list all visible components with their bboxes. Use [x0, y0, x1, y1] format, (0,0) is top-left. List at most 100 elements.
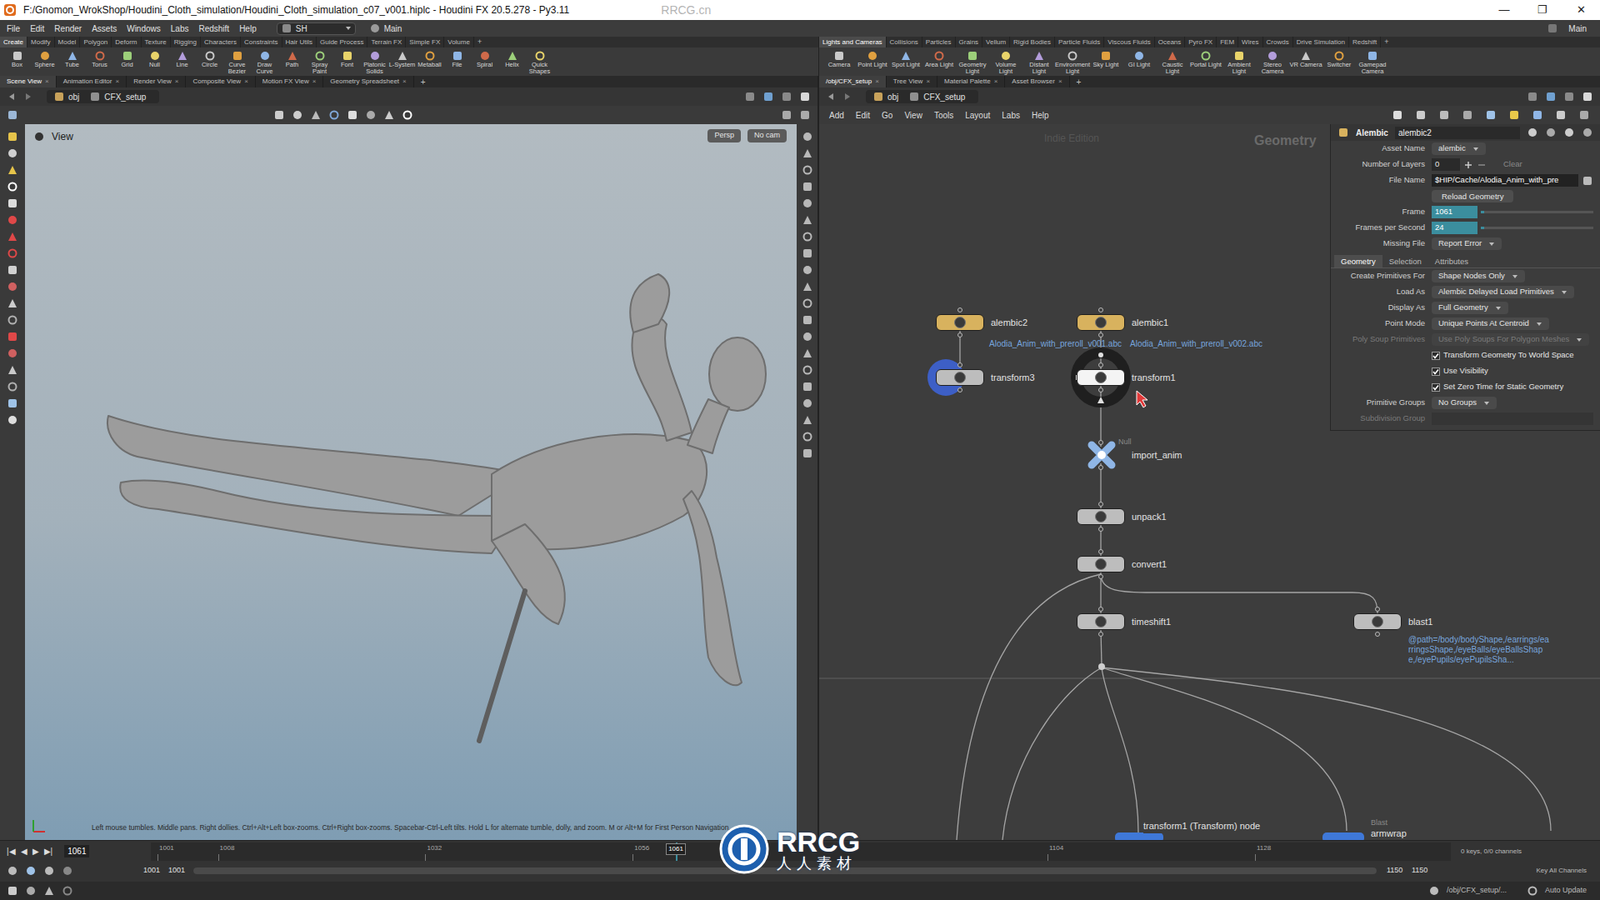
network-node[interactable]: Nullimport_anim [1076, 446, 1125, 464]
file-field[interactable]: $HIP/Cache/Alodia_Anim_with_pre [1431, 174, 1579, 187]
node-body[interactable] [1115, 832, 1164, 840]
path-crumb[interactable]: CFX_setup [104, 90, 146, 104]
menu-item[interactable]: File [6, 22, 20, 35]
output-connector[interactable] [1098, 631, 1104, 637]
dropdown[interactable]: Shape Nodes Only [1431, 270, 1525, 283]
network-menu-item[interactable]: Add [829, 109, 845, 122]
pane-tab[interactable]: Motion FX View× [255, 75, 325, 88]
checkbox[interactable] [1431, 367, 1440, 376]
shelf-tool[interactable]: Point Light [855, 49, 890, 69]
shelf-tab[interactable]: Modify [27, 36, 55, 48]
parameter-row[interactable]: Point ModeUnique Points At Centroid [1330, 315, 1600, 332]
path-crumb[interactable]: obj [887, 90, 899, 104]
window-control-button[interactable]: ❐ [1523, 1, 1562, 19]
shelf-tool[interactable]: Distant Light [1022, 49, 1056, 75]
shelf-tool[interactable]: Sphere [30, 49, 59, 69]
parameter-row[interactable]: Number of Layers0Clear [1330, 156, 1600, 173]
close-tab-button[interactable]: × [1058, 75, 1063, 88]
shelf-tab[interactable]: Rigid Bodies [1010, 36, 1055, 48]
dropdown[interactable]: Alembic Delayed Load Primitives [1431, 285, 1575, 299]
pane-tab[interactable]: Asset Browser× [1005, 75, 1070, 88]
input-connector[interactable] [1098, 307, 1104, 313]
output-connector[interactable] [1098, 332, 1104, 338]
shelf-tool[interactable]: Platonic Solids [360, 49, 389, 75]
shelf-tool[interactable]: Grid [113, 49, 141, 69]
parameter-row[interactable]: File Name$HIP/Cache/Alodia_Anim_with_pre [1330, 172, 1600, 189]
shelf-tab[interactable]: Create [0, 36, 28, 48]
shelf-tool[interactable]: Geometry Light [955, 49, 990, 75]
shelf-tool[interactable]: Box [3, 49, 31, 69]
parameter-row[interactable]: Missing FileReport Error [1330, 235, 1600, 252]
parameter-tab[interactable]: Attributes [1428, 255, 1475, 268]
close-tab-button[interactable]: × [312, 75, 317, 88]
shelf-tool[interactable]: Tube [58, 49, 86, 69]
dropdown[interactable]: Full Geometry [1431, 301, 1509, 315]
shelf-tool[interactable]: L-System [388, 49, 416, 69]
network-menu-item[interactable]: Edit [855, 109, 870, 122]
shelf-tool[interactable]: Circle [195, 49, 224, 69]
node-label[interactable]: timeshift1 [1131, 615, 1171, 630]
shelf-tool[interactable]: Area Light [922, 49, 956, 69]
playback-button[interactable]: ◀ [20, 845, 28, 858]
shelf-tab[interactable]: Characters [200, 36, 241, 48]
shelf-tool[interactable]: VR Camera [1289, 49, 1323, 69]
shelf-tab[interactable]: Particles [922, 36, 956, 48]
shelf-tab[interactable]: Hair Utils [282, 36, 317, 48]
pane-tab[interactable]: Animation Editor× [56, 75, 127, 88]
network-node[interactable]: transform3 [935, 369, 985, 386]
network-node[interactable]: transform1 [1076, 369, 1125, 386]
shelf-tab[interactable]: Grains [955, 36, 984, 48]
input-connector[interactable] [1375, 606, 1380, 612]
path-crumbs[interactable]: obj CFX_setup [865, 90, 979, 104]
path-crumb[interactable]: CFX_setup [923, 90, 965, 104]
close-tab-button[interactable]: × [45, 75, 50, 88]
dropdown[interactable]: Unique Points At Centroid [1431, 317, 1550, 330]
shelf-tab[interactable]: Redshift [1349, 36, 1381, 48]
node-label[interactable]: alembic2 [990, 315, 1028, 330]
menu-item[interactable]: Edit [30, 22, 45, 35]
pane-tab[interactable]: Scene View× [0, 75, 57, 88]
node-name-field[interactable]: alembic2 [1395, 126, 1520, 140]
input-connector[interactable] [1098, 440, 1104, 445]
parameter-row[interactable]: Reload Geometry [1330, 188, 1600, 205]
close-tab-button[interactable]: × [175, 75, 180, 88]
shelf-tab[interactable]: Polygon [80, 36, 112, 48]
pane-tab[interactable]: Geometry Spreadsheet× [323, 75, 414, 88]
menu-item[interactable]: Assets [91, 22, 117, 35]
parameter-row[interactable]: Asset Namealembic [1330, 140, 1600, 157]
shelf-tool[interactable]: Draw Curve [250, 49, 279, 75]
checkbox[interactable] [1431, 351, 1440, 360]
window-control-button[interactable]: — [1485, 1, 1524, 19]
end-frame-field[interactable]: 1150 [1411, 865, 1437, 877]
close-tab-button[interactable]: × [115, 75, 120, 88]
key-all-channels[interactable]: Key All Channels [1536, 865, 1587, 876]
shelf-tool[interactable]: Path [278, 49, 306, 69]
menu-item[interactable]: Render [54, 22, 82, 35]
shelf-tool[interactable]: Line [168, 49, 196, 69]
output-connector[interactable] [957, 387, 963, 393]
network-menu-item[interactable]: Tools [934, 109, 954, 122]
pane-tab[interactable]: Render View× [126, 75, 186, 88]
add-tab-button[interactable]: + [1380, 36, 1392, 48]
parameter-row[interactable]: Subdivision Group [1330, 410, 1600, 427]
checkbox[interactable] [1431, 383, 1440, 392]
node-label[interactable]: convert1 [1131, 557, 1167, 572]
parameter-row[interactable]: Frame1061 [1330, 204, 1600, 220]
pane-tab[interactable]: Tree View× [886, 75, 938, 88]
persp-menu[interactable]: Persp [707, 129, 741, 143]
shelf-tab[interactable]: Crowds [1263, 36, 1294, 48]
viewport[interactable]: ViewPerspNo camLeft mouse tumbles. Middl… [25, 124, 797, 840]
shelf-tool[interactable]: Environment Light [1055, 49, 1090, 75]
shelf-tab[interactable]: Collisions [886, 36, 923, 48]
network-node[interactable]: alembic2Alodia_Anim_with_preroll_v001.ab… [935, 314, 985, 331]
close-tab-button[interactable]: × [244, 75, 249, 88]
shelf-tool[interactable]: Curve Bezier [223, 49, 251, 75]
shelf-tool[interactable]: Gamepad Camera [1355, 49, 1390, 75]
input-connector[interactable] [1098, 501, 1104, 507]
slider-track[interactable] [1480, 210, 1594, 214]
shelf-tab[interactable]: Simple FX [405, 36, 445, 48]
network-node[interactable]: blast1@path=/body/bodyShape,/earrings/ea… [1353, 613, 1402, 630]
parameter-tab[interactable]: Selection [1382, 255, 1429, 268]
shelf-tab[interactable]: Guide Process [316, 36, 368, 48]
pane-tab[interactable]: /obj/CFX_setup× [819, 75, 887, 88]
